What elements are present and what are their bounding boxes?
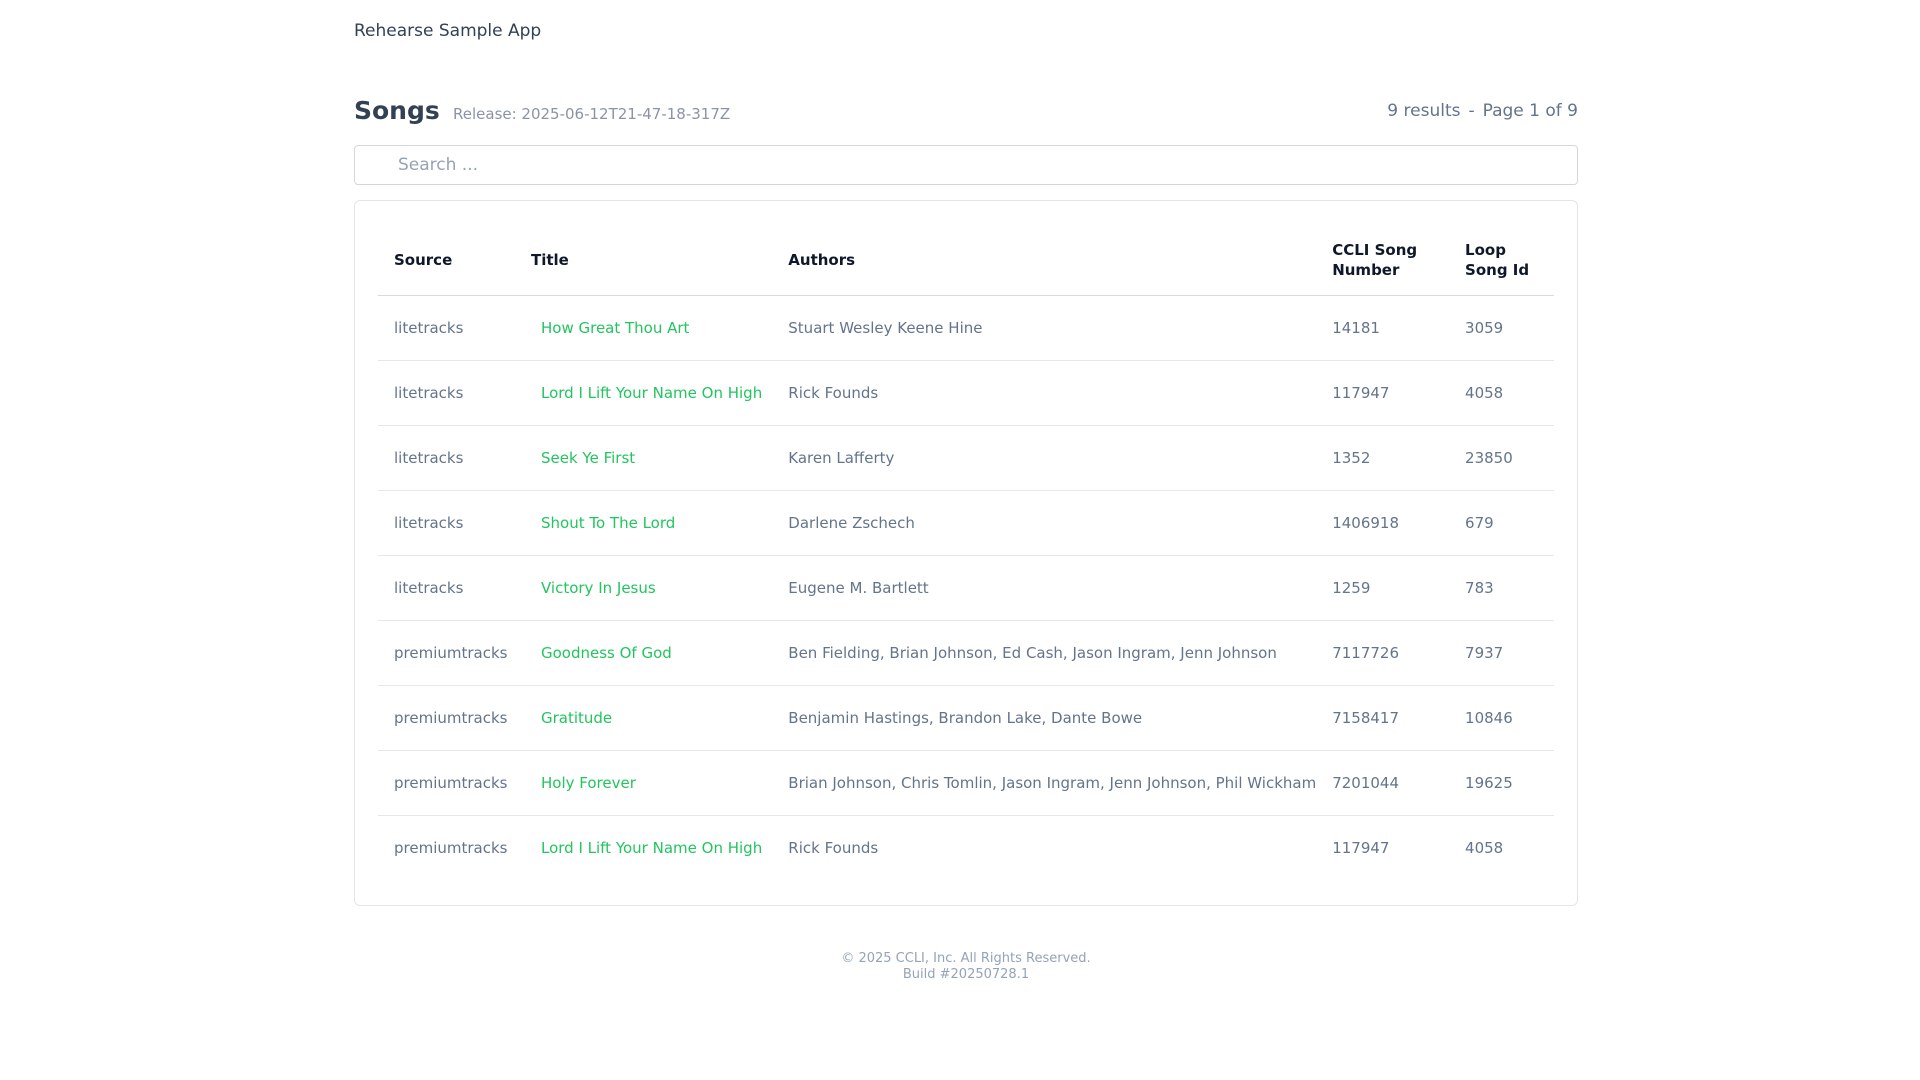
page-title: Songs: [354, 96, 440, 125]
column-header-authors: Authors: [772, 226, 1317, 296]
song-title-link[interactable]: Goodness Of God: [541, 644, 672, 662]
cell-authors: Darlene Zschech: [772, 490, 1317, 556]
cell-authors: Rick Founds: [772, 360, 1317, 426]
table-row: premiumtracks Goodness Of God Ben Fieldi…: [378, 620, 1554, 686]
cell-title: Shout To The Lord: [514, 490, 773, 556]
cell-ccli: 117947: [1316, 360, 1450, 426]
cell-authors: Rick Founds: [788, 838, 879, 857]
cell-loop-id: 679: [1449, 490, 1554, 556]
cell-title: Goodness Of God: [514, 620, 773, 686]
song-title-link[interactable]: Holy Forever: [541, 774, 636, 792]
cell-loop-id: 4058: [1449, 360, 1554, 426]
cell-authors: Benjamin Hastings, Brandon Lake, Dante B…: [772, 685, 1317, 751]
app-title: Rehearse Sample App: [354, 21, 542, 41]
column-header-ccli-label: CCLI Song Number: [1332, 241, 1418, 280]
cell-ccli: 7201044: [1316, 750, 1450, 816]
song-title-link[interactable]: How Great Thou Art: [541, 319, 689, 337]
song-title-link[interactable]: Shout To The Lord: [541, 514, 675, 532]
cell-source: premiumtracks: [378, 685, 515, 751]
column-header-title: Title: [514, 226, 773, 296]
cell-title: Gratitude: [514, 685, 773, 751]
cell-source: litetracks: [378, 555, 515, 621]
footer-build: Build #20250728.1: [902, 967, 1030, 982]
song-title-link[interactable]: Victory In Jesus: [541, 579, 656, 597]
cell-authors: Brian Johnson, Chris Tomlin, Jason Ingra…: [772, 750, 1317, 816]
cell-source: litetracks: [378, 425, 515, 491]
song-title-link[interactable]: Lord I Lift Your Name On High: [541, 384, 762, 402]
cell-source: premiumtracks: [378, 620, 515, 686]
cell-authors: Ben Fielding, Brian Johnson, Ed Cash, Ja…: [772, 620, 1317, 686]
cell-source: litetracks: [378, 490, 515, 556]
release-label: Release: 2025-06-12T21-47-18-317Z: [453, 105, 731, 123]
cell-title: Lord I Lift Your Name On High: [515, 815, 772, 880]
cell-loop-id: 19625: [1449, 750, 1554, 816]
cell-ccli: 1352: [1316, 425, 1450, 491]
cell-ccli: 7117726: [1316, 620, 1450, 686]
table-row: litetracks Seek Ye First Karen Lafferty …: [378, 425, 1554, 491]
cell-loop-id: 23850: [1449, 425, 1554, 491]
search-input[interactable]: [398, 146, 1568, 183]
songs-table: Source Title Authors CCLI Song Number Lo…: [378, 226, 1554, 880]
column-header-ccli: CCLI Song Number: [1316, 226, 1450, 296]
search-box[interactable]: [354, 145, 1578, 185]
song-title-link[interactable]: Seek Ye First: [541, 449, 635, 467]
cell-loop-id: 7937: [1449, 620, 1554, 686]
cell-loop-id: 10846: [1449, 685, 1554, 751]
cell-source: litetracks: [378, 360, 515, 426]
cell-title: Holy Forever: [514, 750, 773, 816]
cell-source: premiumtracks: [394, 838, 508, 857]
cell-title: How Great Thou Art: [514, 295, 773, 361]
table-row: premiumtracks Holy Forever Brian Johnson…: [378, 750, 1554, 816]
cell-authors: Stuart Wesley Keene Hine: [772, 295, 1317, 361]
cell-source: premiumtracks: [378, 750, 515, 816]
cell-title: Lord I Lift Your Name On High: [514, 360, 773, 426]
song-title-link[interactable]: Lord I Lift Your Name On High: [541, 839, 762, 857]
cell-ccli: 1406918: [1316, 490, 1450, 556]
cell-loop-id: 3059: [1449, 295, 1554, 361]
table-row: premiumtracks Gratitude Benjamin Hasting…: [378, 685, 1554, 751]
column-header-loop-id: Loop Song Id: [1449, 226, 1554, 296]
cell-ccli: 7158417: [1316, 685, 1450, 751]
results-count: 9 results: [1387, 101, 1461, 121]
table-header-row: Source Title Authors CCLI Song Number Lo…: [378, 226, 1554, 296]
table-row: litetracks How Great Thou Art Stuart Wes…: [378, 295, 1554, 361]
column-header-source: Source: [378, 226, 515, 296]
cell-authors: Eugene M. Bartlett: [772, 555, 1317, 621]
footer-copyright: © 2025 CCLI, Inc. All Rights Reserved.: [841, 951, 1091, 966]
song-title-link[interactable]: Gratitude: [541, 709, 612, 727]
cell-source: litetracks: [378, 295, 515, 361]
pagination-summary: 9 results - Page 1 of 9: [1387, 101, 1578, 121]
page-header: Songs Release: 2025-06-12T21-47-18-317Z …: [354, 96, 1578, 130]
results-separator: -: [1468, 101, 1475, 121]
footer: © 2025 CCLI, Inc. All Rights Reserved. B…: [354, 951, 1578, 983]
table-row: litetracks Lord I Lift Your Name On High…: [378, 360, 1554, 426]
songs-table-card: Source Title Authors CCLI Song Number Lo…: [354, 200, 1578, 906]
table-row: litetracks Victory In Jesus Eugene M. Ba…: [378, 555, 1554, 621]
column-header-loop-label: Loop Song Id: [1465, 241, 1530, 280]
cell-ccli: 1259: [1316, 555, 1450, 621]
cell-authors: Karen Lafferty: [772, 425, 1317, 491]
cell-loop-id: 4058: [1465, 838, 1504, 857]
table-row: litetracks Shout To The Lord Darlene Zsc…: [378, 490, 1554, 556]
table-row: premiumtracks Lord I Lift Your Name On H…: [378, 815, 1554, 880]
cell-title: Victory In Jesus: [514, 555, 773, 621]
cell-loop-id: 783: [1449, 555, 1554, 621]
page-indicator: Page 1 of 9: [1482, 101, 1578, 121]
cell-title: Seek Ye First: [514, 425, 773, 491]
cell-ccli: 117947: [1332, 838, 1390, 857]
cell-ccli: 14181: [1316, 295, 1450, 361]
